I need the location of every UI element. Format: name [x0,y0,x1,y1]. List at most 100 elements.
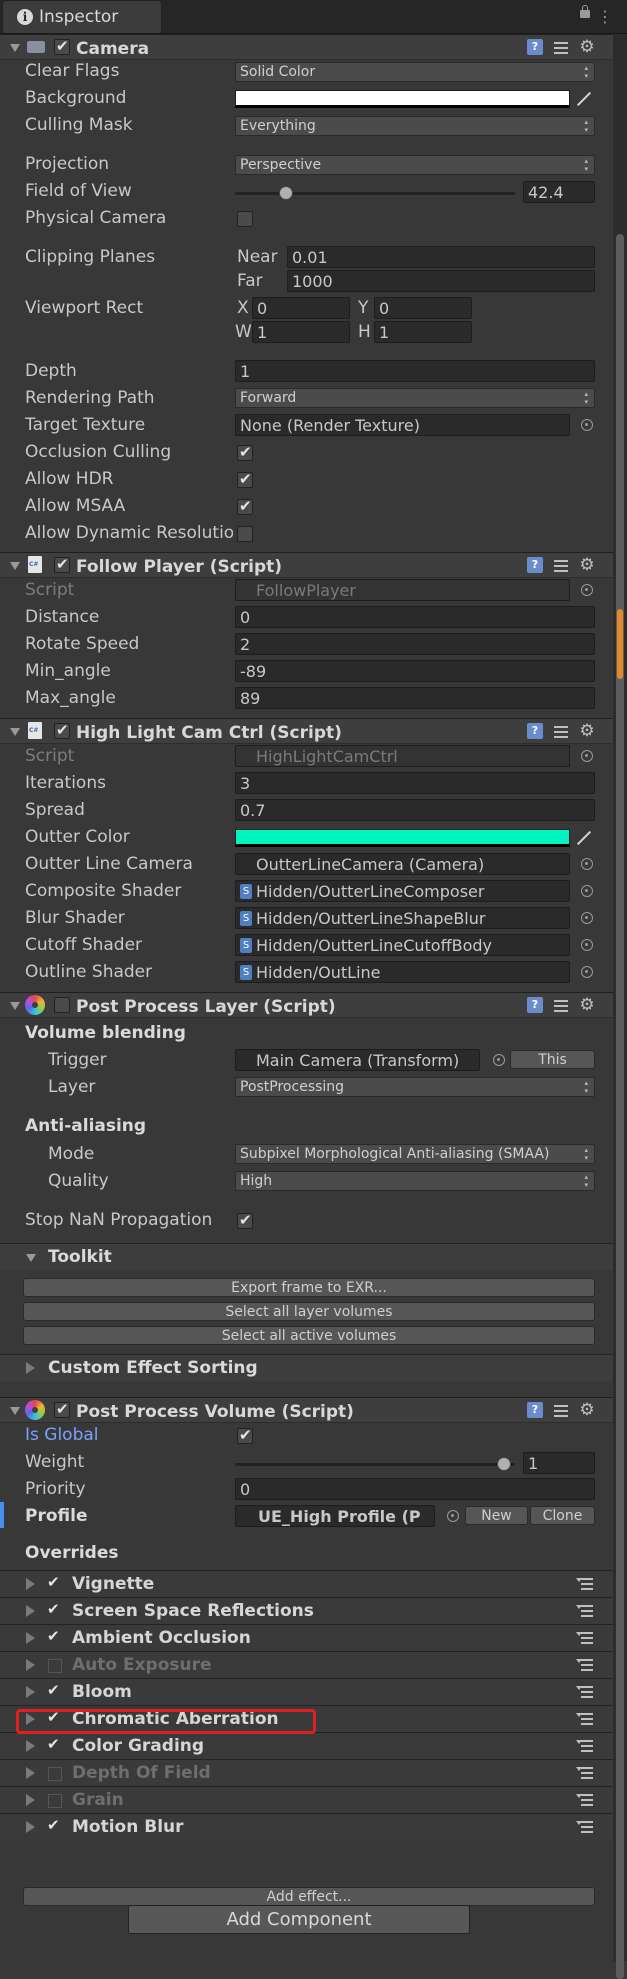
override-row[interactable]: Screen Space Reflections [0,1597,613,1624]
depth-field[interactable]: 1 [235,360,595,382]
add-effect-button[interactable]: Add effect... [23,1887,595,1906]
preset-icon[interactable] [553,997,569,1013]
preset-icon[interactable] [553,39,569,55]
fold-arrow-icon[interactable] [26,1362,35,1374]
profile-new-button[interactable]: New [465,1506,528,1525]
profile-clone-button[interactable]: Clone [530,1506,595,1525]
fov-slider-track[interactable] [235,192,515,195]
override-row[interactable]: Motion Blur [0,1813,613,1840]
rotate-speed-field[interactable]: 2 [235,633,595,655]
vertical-scrollbar[interactable] [613,34,627,1979]
override-row[interactable]: Ambient Occlusion [0,1624,613,1651]
distance-field[interactable]: 0 [235,606,595,628]
override-menu-icon[interactable] [576,1631,594,1645]
toolkit-section-header[interactable]: Toolkit [0,1243,613,1270]
aa-mode-dropdown[interactable]: Subpixel Morphological Anti-aliasing (SM… [235,1144,595,1164]
outter-color-swatch[interactable] [235,829,570,847]
trigger-field[interactable]: Main Camera (Transform) [235,1049,480,1071]
override-menu-icon[interactable] [576,1766,594,1780]
override-enabled-checkbox[interactable] [48,1794,62,1808]
gear-icon[interactable]: ⚙ [579,997,595,1014]
culling-mask-dropdown[interactable]: Everything [235,116,595,136]
gear-icon[interactable]: ⚙ [579,39,595,56]
help-icon[interactable]: ? [527,997,543,1013]
override-menu-icon[interactable] [576,1604,594,1618]
override-menu-icon[interactable] [576,1793,594,1807]
blur-shader-field[interactable]: Hidden/OutterLineShapeBlur [235,907,570,929]
override-menu-icon[interactable] [576,1685,594,1699]
lock-icon[interactable] [580,5,590,18]
fold-arrow-icon[interactable] [10,562,20,570]
expand-arrow-icon[interactable] [26,1767,35,1779]
fov-slider-thumb[interactable] [279,186,294,200]
viewport-x-field[interactable]: 0 [252,297,350,319]
highlight-cam-ctrl-header[interactable]: High Light Cam Ctrl (Script) ? ⚙ [0,718,613,744]
override-menu-icon[interactable] [576,1712,594,1726]
preset-icon[interactable] [553,723,569,739]
follow-player-enabled-checkbox[interactable] [54,555,70,573]
viewport-y-field[interactable]: 0 [374,297,472,319]
select-active-volumes-button[interactable]: Select all active volumes [23,1326,595,1345]
override-row[interactable]: Color Grading [0,1732,613,1759]
override-menu-icon[interactable] [576,1658,594,1672]
override-row[interactable]: Grain [0,1786,613,1813]
post-process-layer-enabled-checkbox[interactable] [54,997,70,1013]
spread-field[interactable]: 0.7 [235,799,595,821]
object-picker-icon[interactable] [581,939,593,951]
outter-line-camera-field[interactable]: OutterLineCamera (Camera) [235,853,570,875]
context-menu-icon[interactable]: ⋮ [597,7,613,26]
fold-arrow-icon[interactable] [10,1002,20,1010]
eyedropper-icon[interactable] [576,91,592,107]
max-angle-field[interactable]: 89 [235,687,595,709]
stop-nan-checkbox[interactable] [237,1211,253,1229]
follow-player-header[interactable]: Follow Player (Script) ? ⚙ [0,552,613,578]
override-enabled-checkbox[interactable] [46,1816,62,1835]
help-icon[interactable]: ? [527,723,543,739]
priority-field[interactable]: 0 [235,1478,595,1500]
highlight-cam-enabled-checkbox[interactable] [54,721,70,739]
override-menu-icon[interactable] [576,1739,594,1753]
add-component-button[interactable]: Add Component [128,1905,470,1934]
viewport-w-field[interactable]: 1 [252,321,350,343]
fold-arrow-icon[interactable] [10,728,20,736]
object-picker-icon[interactable] [493,1054,505,1066]
override-row[interactable]: Depth Of Field [0,1759,613,1786]
tab-inspector[interactable]: i Inspector [2,0,162,33]
near-field[interactable]: 0.01 [287,246,595,268]
fold-arrow-icon[interactable] [10,44,20,52]
weight-slider-thumb[interactable] [497,1457,511,1471]
camera-component-header[interactable]: Camera ? ⚙ [0,34,613,60]
rendering-path-dropdown[interactable]: Forward [235,388,595,408]
fold-arrow-icon[interactable] [26,1254,36,1262]
gear-icon[interactable]: ⚙ [579,1402,595,1419]
preset-icon[interactable] [553,557,569,573]
post-process-volume-enabled-checkbox[interactable] [54,1400,70,1418]
override-enabled-checkbox[interactable] [46,1573,62,1592]
profile-field[interactable]: UE_High Profile (P [235,1505,435,1527]
override-enabled-checkbox[interactable] [48,1767,62,1781]
post-process-volume-header[interactable]: Post Process Volume (Script) ? ⚙ [0,1397,613,1423]
override-enabled-checkbox[interactable] [46,1627,62,1646]
override-enabled-checkbox[interactable] [46,1735,62,1754]
custom-effect-sorting-header[interactable]: Custom Effect Sorting [0,1354,613,1381]
help-icon[interactable]: ? [527,1402,543,1418]
expand-arrow-icon[interactable] [26,1632,35,1644]
select-layer-volumes-button[interactable]: Select all layer volumes [23,1302,595,1321]
help-icon[interactable]: ? [527,557,543,573]
object-picker-icon[interactable] [447,1510,459,1522]
weight-value-field[interactable]: 1 [523,1452,595,1474]
aa-quality-dropdown[interactable]: High [235,1171,595,1191]
fov-value-field[interactable]: 42.4 [523,181,595,203]
override-enabled-checkbox[interactable] [48,1659,62,1673]
expand-arrow-icon[interactable] [26,1794,35,1806]
override-menu-icon[interactable] [576,1577,594,1591]
projection-dropdown[interactable]: Perspective [235,155,595,175]
override-menu-icon[interactable] [576,1820,594,1834]
help-icon[interactable]: ? [527,39,543,55]
expand-arrow-icon[interactable] [26,1659,35,1671]
object-picker-icon[interactable] [581,966,593,978]
cutoff-shader-field[interactable]: Hidden/OutterLineCutoffBody [235,934,570,956]
object-picker-icon[interactable] [581,885,593,897]
outline-shader-field[interactable]: Hidden/OutLine [235,961,570,983]
this-button[interactable]: This [510,1050,595,1069]
